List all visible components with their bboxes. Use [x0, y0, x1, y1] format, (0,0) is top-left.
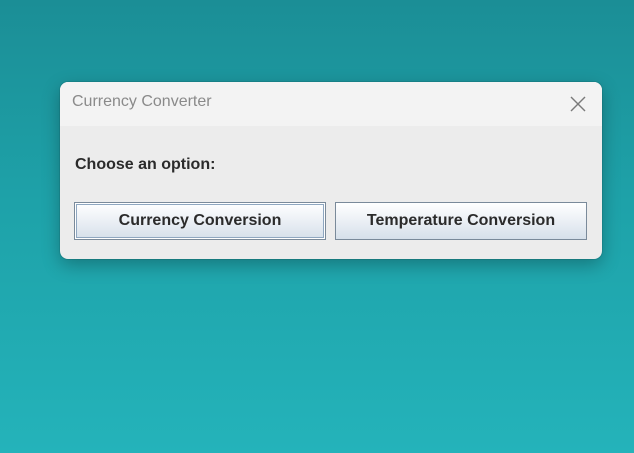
choose-option-label: Choose an option:	[75, 156, 216, 173]
currency-conversion-button[interactable]: Currency Conversion	[74, 202, 326, 240]
window-title: Currency Converter	[72, 93, 212, 110]
temperature-conversion-button[interactable]: Temperature Conversion	[335, 202, 587, 240]
close-icon	[564, 90, 592, 118]
close-button[interactable]	[564, 90, 592, 118]
currency-converter-dialog: Currency Converter Choose an option: Cur…	[60, 82, 602, 259]
title-bar[interactable]: Currency Converter	[60, 82, 602, 126]
